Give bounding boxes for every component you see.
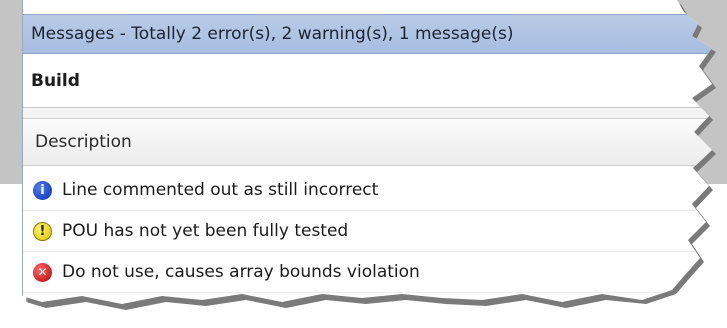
message-list: i Line commented out as still incorrect … xyxy=(23,170,712,293)
info-icon: i xyxy=(33,180,52,200)
messages-panel: Messages - Totally 2 error(s), 2 warning… xyxy=(22,0,712,304)
message-text: Do not use, causes array bounds violatio… xyxy=(62,262,420,282)
messages-title: Messages - Totally 2 error(s), 2 warning… xyxy=(31,24,514,44)
message-row-error[interactable]: ✕ Do not use, causes array bounds violat… xyxy=(23,252,712,293)
message-row-info[interactable]: i Line commented out as still incorrect xyxy=(23,170,712,211)
message-category-label: Build xyxy=(31,70,80,91)
message-text: Line commented out as still incorrect xyxy=(62,180,379,200)
column-header-label: Description xyxy=(35,132,132,152)
messages-titlebar[interactable]: Messages - Totally 2 error(s), 2 warning… xyxy=(23,14,712,54)
column-header-description[interactable]: Description xyxy=(23,118,712,166)
message-category-selector[interactable]: Build xyxy=(23,54,712,108)
warning-icon: ! xyxy=(33,221,52,241)
message-text: POU has not yet been fully tested xyxy=(62,221,349,241)
message-row-warning[interactable]: ! POU has not yet been fully tested xyxy=(23,211,712,252)
error-icon: ✕ xyxy=(33,262,52,282)
table-spacer xyxy=(23,108,712,118)
